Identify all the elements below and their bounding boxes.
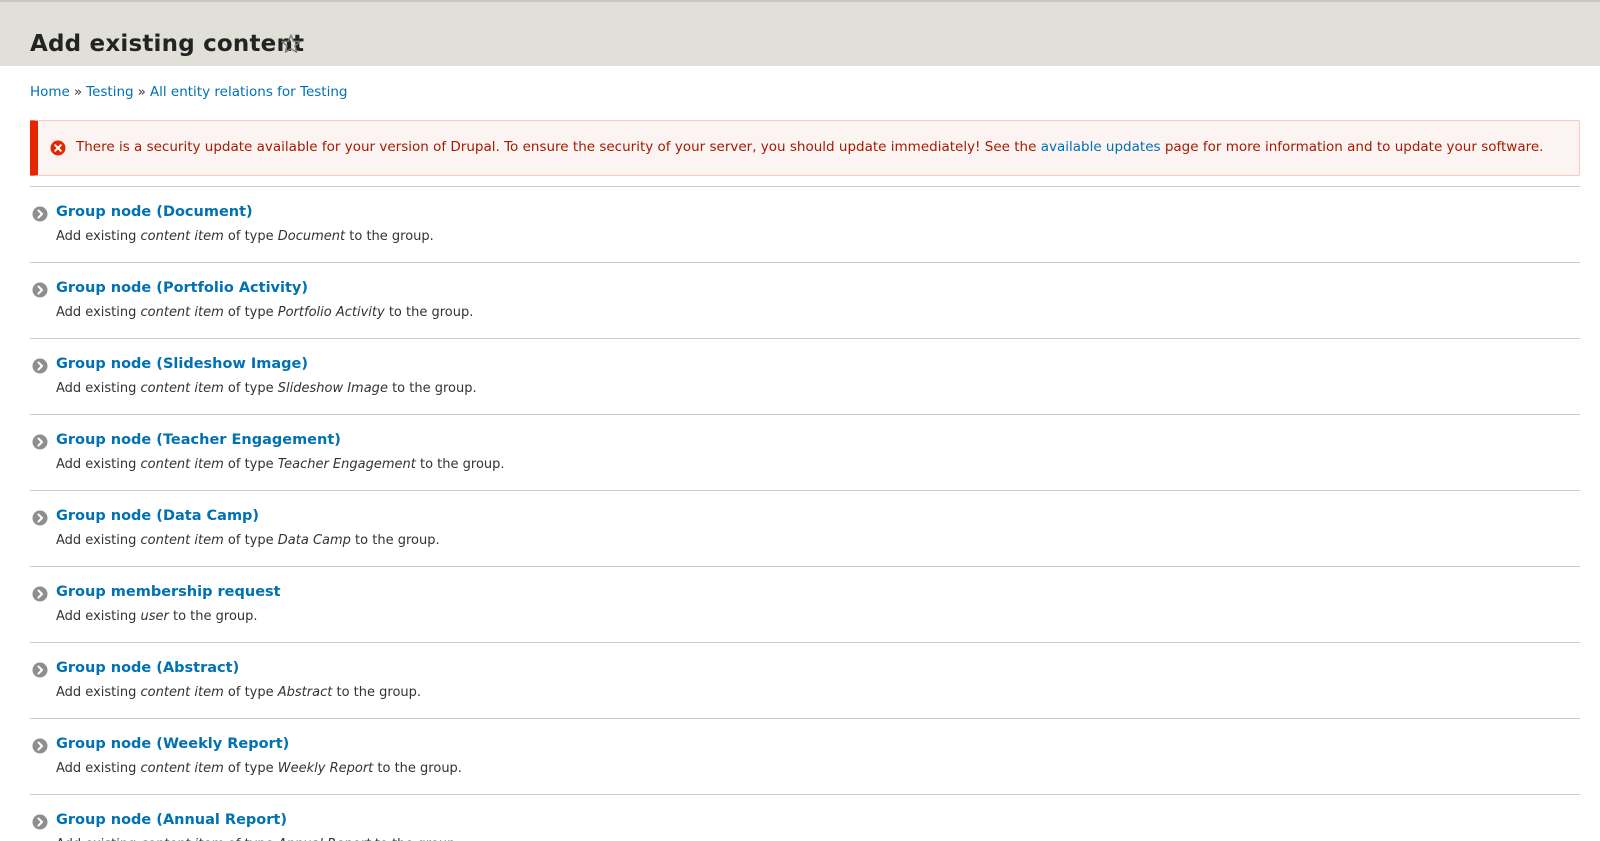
item-description: Add existing content item of type Portfo… — [56, 305, 473, 320]
item-title-link[interactable]: Group membership request — [56, 584, 281, 600]
description-of-type: of type — [227, 761, 274, 776]
breadcrumb: Home» Testing» All entity relations for Te… — [30, 84, 347, 100]
item-title-link[interactable]: Group node (Teacher Engagement) — [56, 432, 341, 448]
description-entity: content item — [140, 761, 224, 776]
description-type: Document — [277, 229, 346, 244]
description-suffix: to the group. — [375, 837, 460, 841]
item-title-link[interactable]: Group node (Portfolio Activity) — [56, 280, 308, 296]
list-item: Group node (Document) Add existing conten… — [30, 187, 1580, 263]
description-prefix: Add existing — [56, 229, 137, 244]
list-item: Group node (Portfolio Activity) Add exist… — [30, 263, 1580, 339]
chevron-right-icon — [32, 586, 48, 602]
list-item: Group node (Data Camp) Add existing conte… — [30, 491, 1580, 567]
chevron-right-icon — [32, 434, 48, 450]
description-entity: content item — [140, 685, 224, 700]
description-entity: content item — [140, 381, 224, 396]
description-prefix: Add existing — [56, 533, 137, 548]
item-title-link[interactable]: Group node (Weekly Report) — [56, 736, 289, 752]
description-type: Abstract — [277, 685, 333, 700]
list-item: Group node (Slideshow Image) Add existing… — [30, 339, 1580, 415]
description-type: Annual Report — [278, 837, 371, 841]
item-title-link[interactable]: Group node (Annual Report) — [56, 812, 287, 828]
breadcrumb-home-link[interactable]: Home — [30, 84, 70, 100]
message-text: There is a security update available for… — [76, 139, 1543, 155]
item-title-link[interactable]: Group node (Document) — [56, 204, 253, 220]
list-item: Group node (Abstract) Add existing conten… — [30, 643, 1580, 719]
chevron-right-icon — [32, 510, 48, 526]
breadcrumb-testing-link[interactable]: Testing — [86, 84, 133, 100]
chevron-right-icon — [32, 206, 48, 222]
item-description: Add existing content item of type Abstra… — [56, 685, 421, 700]
description-type: Teacher Engagement — [277, 457, 416, 472]
item-description: Add existing content item of type Data C… — [56, 533, 440, 548]
description-suffix: to the group. — [420, 457, 505, 472]
chevron-right-icon — [32, 358, 48, 374]
chevron-right-icon — [32, 662, 48, 678]
security-update-error-message: There is a security update available for… — [30, 120, 1580, 176]
page-header: Add existing content — [0, 0, 1600, 66]
page-title: Add existing content — [30, 31, 305, 57]
item-description: Add existing user to the group. — [56, 609, 258, 624]
description-of-type: of type — [227, 381, 274, 396]
item-title-link[interactable]: Group node (Slideshow Image) — [56, 356, 308, 372]
description-entity: content item — [140, 229, 224, 244]
description-prefix: Add existing — [56, 381, 137, 396]
message-text-before: There is a security update available for… — [76, 139, 1037, 155]
description-suffix: to the group. — [388, 305, 474, 320]
description-suffix: to the group. — [355, 533, 440, 548]
description-of-type: of type — [227, 457, 274, 472]
description-prefix: Add existing — [56, 305, 137, 320]
description-entity: content item — [140, 533, 224, 548]
star-icon[interactable] — [279, 32, 303, 56]
description-suffix: to the group. — [377, 761, 462, 776]
item-description: Add existing content item of type Docume… — [56, 229, 434, 244]
description-prefix: Add existing — [56, 609, 137, 624]
description-entity: content item — [140, 457, 224, 472]
description-of-type: of type — [227, 685, 274, 700]
description-type: Slideshow Image — [277, 381, 388, 396]
list-item: Group membership request Add existing use… — [30, 567, 1580, 643]
breadcrumb-entity-relations-link[interactable]: All entity relations for Testing — [150, 84, 348, 100]
description-suffix: to the group. — [349, 229, 434, 244]
description-suffix: to the group. — [392, 381, 477, 396]
description-type: Weekly Report — [277, 761, 374, 776]
description-suffix: to the group. — [173, 609, 258, 624]
chevron-right-icon — [32, 738, 48, 754]
description-of-type: of type — [227, 229, 274, 244]
message-text-after: page for more information and to update … — [1164, 139, 1544, 155]
description-prefix: Add existing — [56, 457, 137, 472]
breadcrumb-separator: » — [137, 84, 146, 100]
item-description: Add existing content item of type Teache… — [56, 457, 505, 472]
chevron-right-icon — [32, 282, 48, 298]
description-entity: user — [140, 609, 169, 624]
list-item: Group node (Weekly Report) Add existing c… — [30, 719, 1580, 795]
description-of-type: of type — [227, 533, 274, 548]
description-entity: content item — [141, 837, 224, 841]
description-prefix: Add existing — [56, 685, 137, 700]
item-title-link[interactable]: Group node (Data Camp) — [56, 508, 259, 524]
item-description: Add existing content item of type Slides… — [56, 381, 477, 396]
description-prefix: Add existing — [56, 837, 136, 841]
description-type: Portfolio Activity — [277, 305, 385, 320]
list-item: Group node (Annual Report) Add existing c… — [30, 795, 1580, 841]
description-of-type: of type — [227, 305, 274, 320]
description-suffix: to the group. — [336, 685, 422, 700]
description-entity: content item — [140, 305, 224, 320]
description-of-type: of type — [228, 837, 274, 841]
description-type: Data Camp — [277, 533, 351, 548]
breadcrumb-separator: » — [73, 84, 83, 100]
list-item: Group node (Teacher Engagement) Add exist… — [30, 415, 1580, 491]
description-prefix: Add existing — [56, 761, 137, 776]
chevron-right-icon — [32, 814, 48, 830]
item-description: Add existing content item of type Weekly… — [56, 761, 462, 776]
admin-list: Group node (Document) Add existing conten… — [30, 186, 1580, 841]
error-icon — [50, 140, 66, 156]
available-updates-link[interactable]: available updates — [1041, 139, 1161, 155]
item-description: Add existing content item of type Annual… — [56, 837, 459, 841]
item-title-link[interactable]: Group node (Abstract) — [56, 660, 239, 676]
